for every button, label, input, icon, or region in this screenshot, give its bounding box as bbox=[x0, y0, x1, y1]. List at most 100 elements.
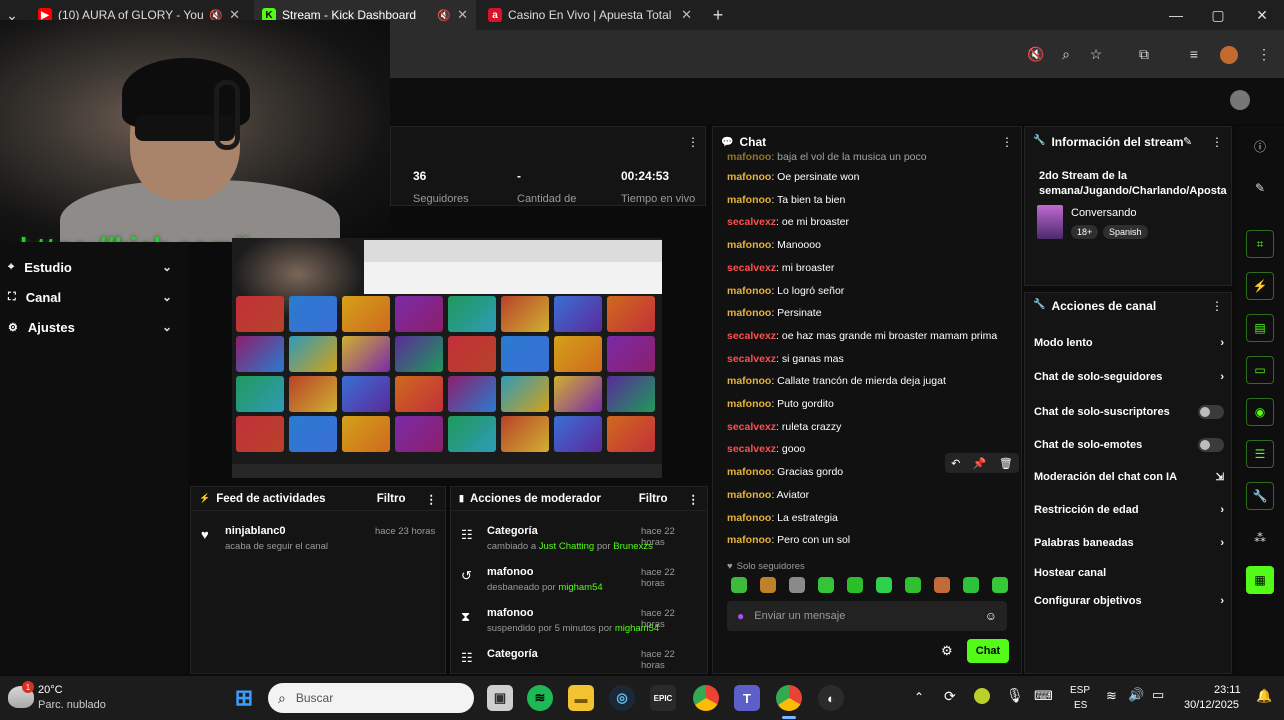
close-icon[interactable]: ✕ bbox=[457, 7, 468, 23]
chat-username[interactable]: mafonoo bbox=[727, 151, 771, 163]
chat-message[interactable]: secalvexz: si ganas mas bbox=[727, 353, 844, 365]
chat-send-button[interactable]: Chat bbox=[967, 639, 1009, 663]
chat-message[interactable]: secalvexz: ruleta crazzy bbox=[727, 421, 841, 433]
clock-time[interactable]: 23:11 bbox=[1214, 684, 1241, 696]
chat-message[interactable]: secalvexz: oe haz mas grande mi broaster… bbox=[727, 330, 997, 342]
spotify-icon[interactable]: ≋ bbox=[527, 685, 553, 711]
action-age-restriction[interactable]: Restricción de edad › bbox=[1034, 504, 1224, 516]
zoom-icon[interactable]: ⌕ bbox=[1054, 42, 1078, 66]
chat-message[interactable]: mafonoo: Puto gordito bbox=[727, 398, 834, 410]
scan-icon[interactable]: ⌗ bbox=[1246, 230, 1274, 258]
emote-icon[interactable] bbox=[760, 577, 776, 593]
chat-username[interactable]: mafonoo bbox=[727, 534, 771, 546]
chat-username[interactable]: mafonoo bbox=[727, 171, 771, 183]
battery-icon[interactable]: ▭ bbox=[1152, 687, 1164, 703]
chat-username[interactable]: mafonoo bbox=[727, 466, 771, 478]
chat-username[interactable]: mafonoo bbox=[727, 512, 771, 524]
bookmark-star-icon[interactable]: ☆ bbox=[1084, 42, 1108, 66]
action-slow-mode[interactable]: Modo lento › bbox=[1034, 337, 1224, 349]
mod-action-highlight[interactable]: migham54 bbox=[615, 623, 659, 634]
chat-message[interactable]: mafonoo: Gracias gordo bbox=[727, 466, 843, 478]
window-close-icon[interactable]: ✕ bbox=[1250, 3, 1274, 27]
teams-icon[interactable]: T bbox=[734, 685, 760, 711]
chat-username[interactable]: secalvexz bbox=[727, 353, 776, 365]
epic-games-icon[interactable]: EPIC bbox=[650, 685, 676, 711]
toggle-switch[interactable] bbox=[1198, 405, 1224, 419]
gear-icon[interactable]: ⚙ bbox=[941, 643, 953, 659]
file-explorer-icon[interactable]: ▬ bbox=[568, 685, 594, 711]
chat-username[interactable]: mafonoo bbox=[727, 239, 771, 251]
tray-refresh-icon[interactable]: ⟳ bbox=[944, 688, 956, 705]
chat-username[interactable]: mafonoo bbox=[727, 285, 771, 297]
mod-action-highlight[interactable]: migham54 bbox=[558, 582, 602, 593]
chat-message[interactable]: secalvexz: gooo bbox=[727, 443, 805, 455]
chat-username[interactable]: secalvexz bbox=[727, 330, 776, 342]
wifi-icon[interactable]: ≋ bbox=[1106, 688, 1117, 704]
sidebar-item-estudio[interactable]: ⌖ Estudio ⌄ bbox=[0, 252, 188, 282]
emote-icon[interactable] bbox=[818, 577, 834, 593]
emote-icon[interactable] bbox=[992, 577, 1008, 593]
chat-username[interactable]: mafonoo bbox=[727, 489, 771, 501]
filter-button[interactable]: Filtro bbox=[639, 493, 668, 505]
more-icon[interactable]: ⋮ bbox=[1211, 135, 1223, 149]
chat-message[interactable]: mafonoo: Persinate bbox=[727, 307, 822, 319]
emote-icon[interactable] bbox=[847, 577, 863, 593]
chat-username[interactable]: secalvexz bbox=[727, 262, 776, 274]
profile-avatar[interactable] bbox=[1220, 46, 1238, 64]
audio-muted-icon[interactable]: 🔇 bbox=[1024, 42, 1048, 66]
pin-icon[interactable]: 📌 bbox=[973, 457, 987, 470]
action-banned-words[interactable]: Palabras baneadas › bbox=[1034, 537, 1224, 549]
chat-username[interactable]: secalvexz bbox=[727, 421, 776, 433]
chrome-active-icon[interactable] bbox=[776, 685, 802, 711]
mute-icon[interactable]: 🔇 bbox=[437, 9, 451, 22]
share-icon[interactable]: ⁂ bbox=[1246, 524, 1274, 552]
chat-message[interactable]: mafonoo: Callate trancón de mierda deja … bbox=[727, 375, 946, 387]
search-input[interactable]: ⌕ Buscar bbox=[268, 683, 474, 713]
chrome-icon[interactable] bbox=[693, 685, 719, 711]
info-icon[interactable]: ⓘ bbox=[1246, 132, 1274, 160]
mod-action-highlight[interactable]: Just Chatting bbox=[539, 541, 594, 552]
toggle-switch[interactable] bbox=[1198, 438, 1224, 452]
emoji-icon[interactable]: ☺ bbox=[985, 609, 997, 623]
more-icon[interactable]: ⋮ bbox=[687, 135, 699, 149]
chevron-up-icon[interactable]: ⌃ bbox=[914, 690, 924, 704]
chat-message[interactable]: mafonoo: Lo logró señor bbox=[727, 285, 844, 297]
mod-action-highlight[interactable]: Brunexzs bbox=[613, 541, 653, 552]
stream-preview[interactable] bbox=[232, 238, 662, 478]
tab-apuesta-total[interactable]: a Casino En Vivo | Apuesta Total ✕ bbox=[480, 0, 700, 30]
chat-message[interactable]: secalvexz: oe mi broaster bbox=[727, 216, 849, 228]
microphone-icon[interactable]: 🎙 bbox=[1006, 687, 1024, 704]
menu-icon[interactable]: ⋮ bbox=[1252, 42, 1276, 66]
chat-message[interactable]: mafonoo: Oe persinate won bbox=[727, 171, 859, 183]
document-icon[interactable]: ▤ bbox=[1246, 314, 1274, 342]
language-code[interactable]: ESP bbox=[1070, 685, 1090, 696]
emote-icon[interactable] bbox=[934, 577, 950, 593]
list-icon[interactable]: ☰ bbox=[1246, 440, 1274, 468]
task-view-icon[interactable]: ▣ bbox=[487, 685, 513, 711]
obs-icon[interactable]: ◐ bbox=[818, 685, 844, 711]
filter-button[interactable]: Filtro bbox=[377, 493, 406, 505]
chat-message[interactable]: mafonoo: Pero con un sol bbox=[727, 534, 850, 546]
chat-username[interactable]: secalvexz bbox=[727, 443, 776, 455]
more-icon[interactable]: ⋮ bbox=[426, 492, 438, 506]
minimize-icon[interactable]: — bbox=[1164, 3, 1188, 27]
action-emotes-only[interactable]: Chat de solo-emotes bbox=[1034, 438, 1224, 452]
more-icon[interactable]: ⋮ bbox=[1211, 299, 1223, 313]
windows-start-icon[interactable]: ⊞ bbox=[231, 685, 257, 711]
close-icon[interactable]: ✕ bbox=[681, 7, 692, 23]
maximize-icon[interactable]: ▢ bbox=[1206, 3, 1230, 27]
pencil-icon[interactable]: ✎ bbox=[1246, 174, 1274, 202]
chat-username[interactable]: secalvexz bbox=[727, 216, 776, 228]
extensions-icon[interactable]: ⧉ bbox=[1132, 42, 1156, 66]
action-ai-moderation[interactable]: Moderación del chat con IA ⇲ bbox=[1034, 471, 1224, 483]
chat-message[interactable]: mafonoo: Aviator bbox=[727, 489, 809, 501]
steam-icon[interactable]: ◎ bbox=[609, 685, 635, 711]
add-widget-icon[interactable]: ▦ bbox=[1246, 566, 1274, 594]
emote-icon[interactable] bbox=[789, 577, 805, 593]
tray-app-icon[interactable] bbox=[974, 688, 990, 704]
chat-message[interactable]: mafonoo: baja el vol de la musica un poc… bbox=[727, 151, 927, 163]
wrench-icon[interactable]: 🔧 bbox=[1246, 482, 1274, 510]
more-icon[interactable]: ⋮ bbox=[1001, 135, 1013, 149]
broadcast-icon[interactable]: ◉ bbox=[1246, 398, 1274, 426]
avatar[interactable] bbox=[1230, 90, 1250, 110]
